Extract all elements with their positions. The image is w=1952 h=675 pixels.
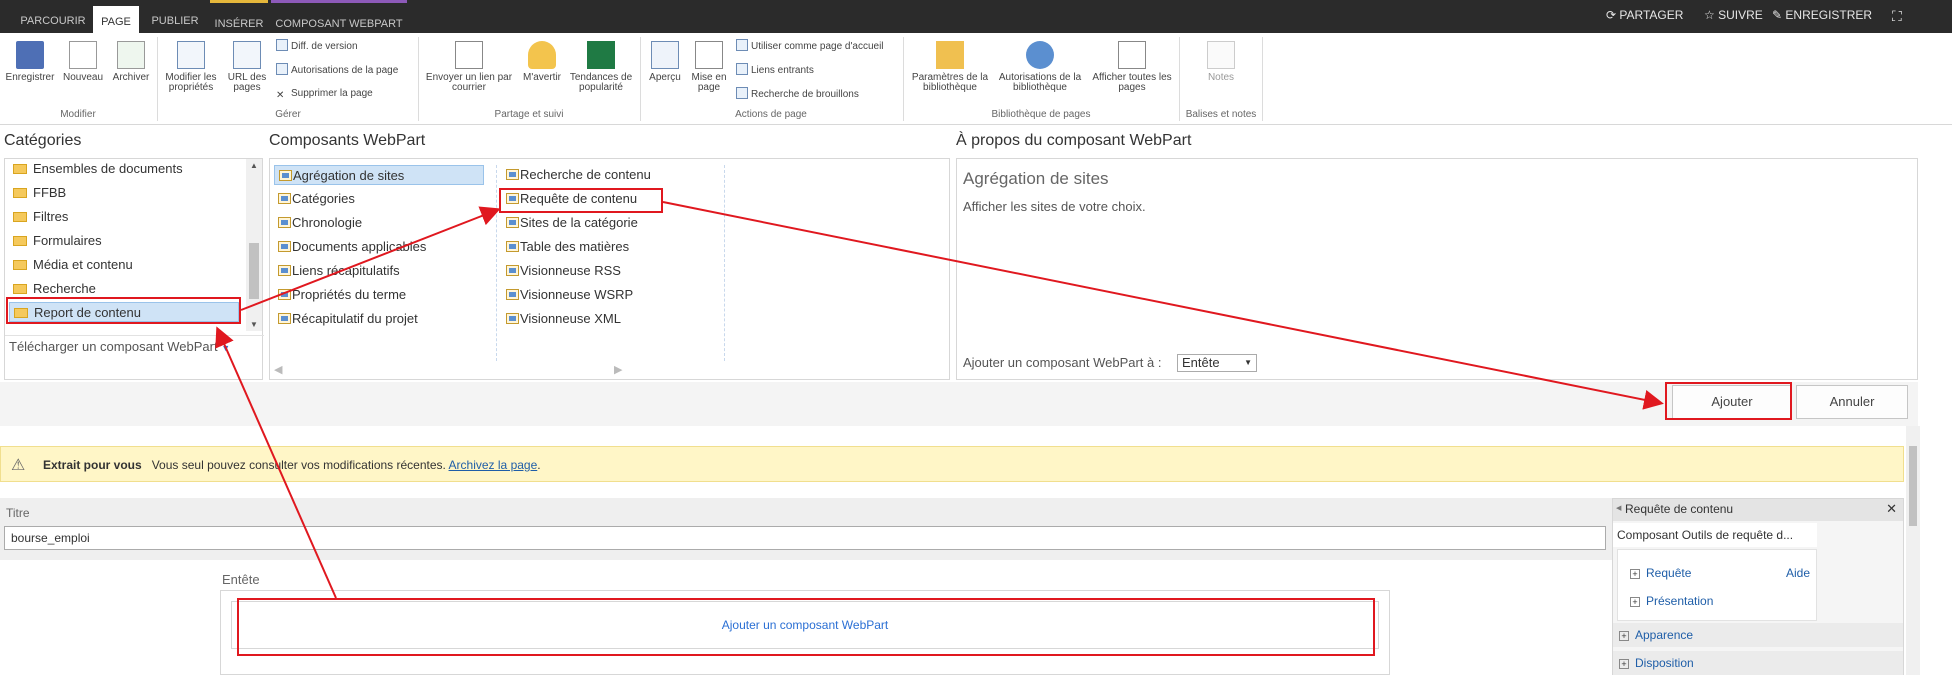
- arrow-category-to-webpart: [240, 206, 501, 311]
- arrow-webpart-to-add: [662, 201, 1664, 410]
- annotation-arrows: [215, 201, 1664, 599]
- arrow-zone-to-category: [215, 326, 337, 599]
